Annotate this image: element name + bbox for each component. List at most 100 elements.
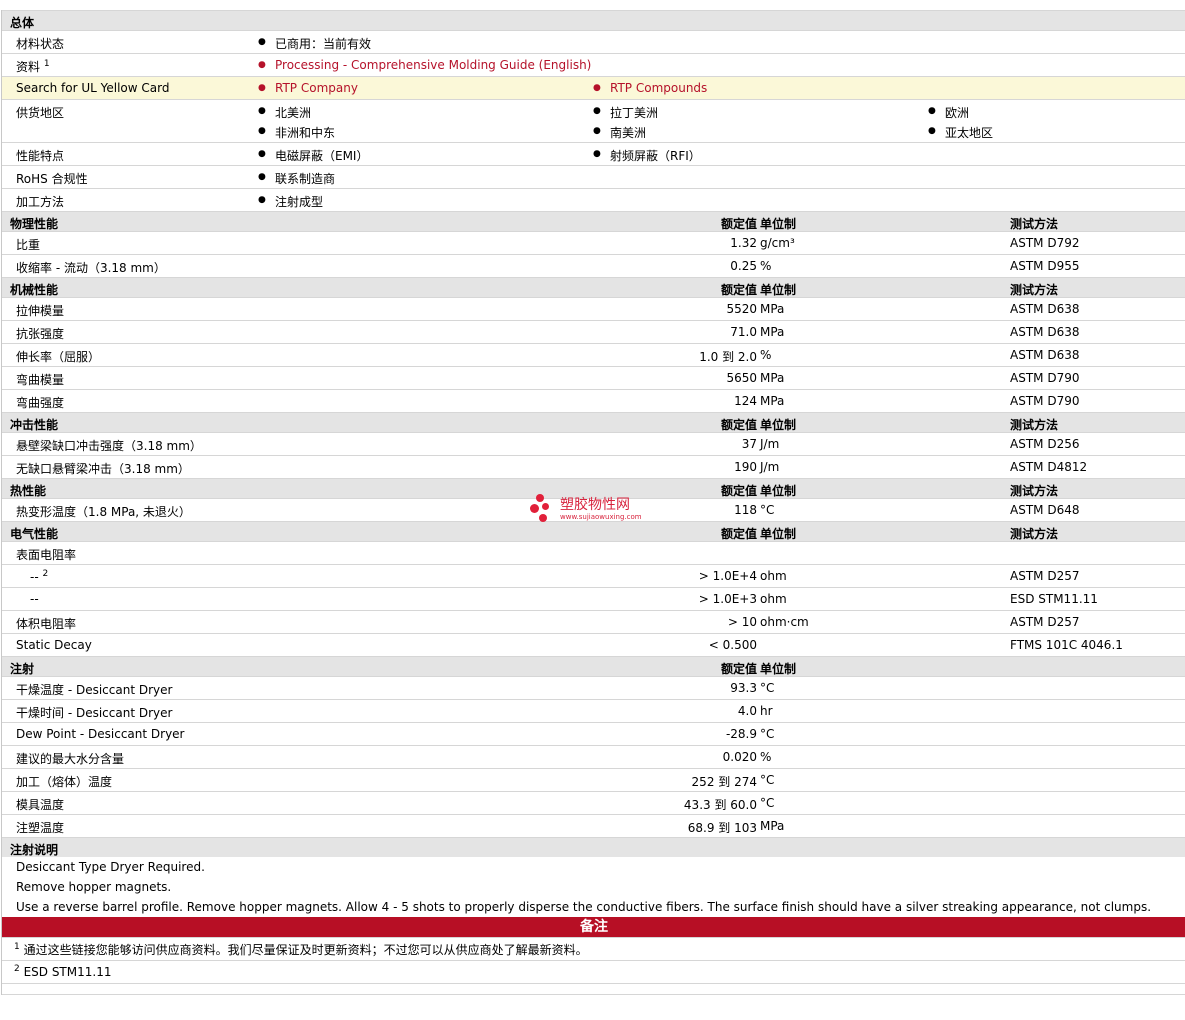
notes-banner: 备注: [2, 917, 1185, 937]
row-unit: %: [760, 750, 772, 764]
section-mechanical: 机械性能 额定值 单位制 测试方法: [2, 277, 1185, 297]
section-electrical: 电气性能 额定值 单位制 测试方法: [2, 521, 1185, 541]
row-unit: °C: [760, 773, 775, 787]
row-method: ASTM D792: [1010, 236, 1080, 250]
row-features: 性能特点 电磁屏蔽（EMI） 射频屏蔽（RFI）: [2, 142, 1185, 165]
col-header-method: 测试方法: [1010, 283, 1059, 297]
status-value: 已商用：当前有效: [258, 35, 371, 52]
watermark-logo: 塑胶物性网 www.sujiaowuxing.com: [530, 492, 670, 524]
table-row: 抗张强度 71.0 MPa ASTM D638: [2, 320, 1185, 343]
col-header-value: 额定值: [720, 217, 757, 231]
injection-note: Desiccant Type Dryer Required.: [16, 860, 205, 874]
row-label: 无缺口悬臂梁冲击（3.18 mm）: [16, 462, 190, 476]
row-surface-resistivity-sub: -- > 1.0E+3 ohm ESD STM11.11: [2, 587, 1185, 610]
row-method: ASTM D790: [1010, 371, 1080, 385]
row-method: ASTM D257: [1010, 569, 1080, 583]
col-header-unit: 单位制: [760, 662, 797, 676]
row-method: ASTM D955: [1010, 259, 1080, 273]
row-label: 弯曲模量: [16, 373, 65, 387]
region-item: 拉丁美洲: [593, 104, 658, 121]
section-title: 注射说明: [10, 843, 59, 857]
footnote-2: 2 ESD STM11.11: [2, 960, 1185, 983]
row-value: < 0.500: [708, 638, 757, 652]
row-label: 抗张强度: [16, 327, 65, 341]
row-label: 悬壁梁缺口冲击强度（3.18 mm）: [16, 439, 202, 453]
row-unit: J/m: [760, 437, 780, 451]
col-header-unit: 单位制: [760, 484, 797, 498]
footnote-1: 1 通过这些链接您能够访问供应商资料。我们尽量保证及时更新资料；不过您可以从供应…: [2, 937, 1185, 960]
rtp-company-link[interactable]: RTP Company: [258, 81, 358, 95]
rtp-compounds-link[interactable]: RTP Compounds: [593, 81, 707, 95]
col-header-unit: 单位制: [760, 283, 797, 297]
row-label: Search for UL Yellow Card: [16, 81, 170, 95]
row-value: 71.0: [730, 325, 757, 339]
col-header-value: 额定值: [720, 662, 757, 676]
row-unit: MPa: [760, 819, 785, 833]
row-ul-yellow-card: Search for UL Yellow Card RTP Company RT…: [2, 76, 1185, 99]
col-header-method: 测试方法: [1010, 217, 1059, 231]
row-unit: ohm: [760, 592, 787, 606]
row-label: 模具温度: [16, 798, 65, 812]
col-header-method: 测试方法: [1010, 418, 1059, 432]
row-unit: %: [760, 348, 772, 362]
row-label: 比重: [16, 238, 41, 252]
row-method: ASTM D638: [1010, 302, 1080, 316]
row-value: 252 到 274: [691, 775, 757, 789]
section-title: 机械性能: [10, 283, 59, 297]
table-row: Dew Point - Desiccant Dryer -28.9 °C: [2, 722, 1185, 745]
table-row: 收缩率 - 流动（3.18 mm） 0.25% ASTM D955: [2, 254, 1185, 277]
row-label: 伸长率（屈服）: [16, 350, 101, 364]
row-label: 体积电阻率: [16, 617, 77, 631]
col-header-method: 测试方法: [1010, 527, 1059, 541]
row-literature: 资料 1 Processing - Comprehensive Molding …: [2, 53, 1185, 76]
row-value: 1.32: [730, 236, 757, 250]
row-value: 4.0: [737, 704, 757, 718]
literature-link[interactable]: Processing - Comprehensive Molding Guide…: [258, 58, 591, 72]
col-header-unit: 单位制: [760, 217, 797, 231]
section-title: 物理性能: [10, 217, 59, 231]
table-row: 伸长率（屈服） 1.0 到 2.0% ASTM D638: [2, 343, 1185, 366]
row-value: > 10: [727, 615, 757, 629]
row-material-status: 材料状态 已商用：当前有效: [2, 30, 1185, 53]
row-method: ASTM D790: [1010, 394, 1080, 408]
table-row: 无缺口悬臂梁冲击（3.18 mm） 190 J/m ASTM D4812: [2, 455, 1185, 478]
table-row: 加工（熔体）温度 252 到 274 °C: [2, 768, 1185, 791]
row-unit: MPa: [760, 394, 785, 408]
row-label: 表面电阻率: [16, 548, 77, 562]
row-value: 0.020: [722, 750, 757, 764]
region-item: 南美洲: [593, 124, 646, 141]
section-title: 冲击性能: [10, 418, 59, 432]
rohs-value: 联系制造商: [258, 170, 335, 187]
row-method: ASTM D638: [1010, 348, 1080, 362]
row-value: 43.3 到 60.0: [683, 798, 757, 812]
region-item: 非洲和中东: [258, 124, 335, 141]
row-label: 收缩率 - 流动（3.18 mm）: [16, 261, 166, 275]
row-method: ASTM D638: [1010, 325, 1080, 339]
row-label: 资料 1: [16, 59, 50, 74]
section-physical: 物理性能 额定值 单位制 测试方法: [2, 211, 1185, 231]
row-unit: °C: [760, 727, 775, 741]
col-header-value: 额定值: [720, 283, 757, 297]
row-unit: MPa: [760, 371, 785, 385]
region-item: 欧洲: [928, 104, 969, 121]
section-title: 注射: [10, 662, 35, 676]
section-general: 总体: [2, 10, 1185, 30]
row-unit: °C: [760, 681, 775, 695]
table-row: 注塑温度 68.9 到 103 MPa: [2, 814, 1185, 837]
row-unit: ohm·cm: [760, 615, 809, 629]
row-value: 68.9 到 103: [687, 821, 757, 835]
section-title: 热性能: [10, 484, 47, 498]
row-method: ASTM D648: [1010, 503, 1080, 517]
row-label: Static Decay: [16, 638, 92, 652]
row-label: 干燥时间 - Desiccant Dryer: [16, 706, 173, 720]
row-value: > 1.0E+3: [698, 592, 757, 606]
section-injection: 注射 额定值 单位制: [2, 656, 1185, 676]
row-method: FTMS 101C 4046.1: [1010, 638, 1123, 652]
row-label: 弯曲强度: [16, 396, 65, 410]
row-label: 拉伸模量: [16, 304, 65, 318]
row-value: 93.3: [730, 681, 757, 695]
row-label: 供货地区: [16, 106, 65, 120]
row-value: 5520: [726, 302, 757, 316]
row-label: 材料状态: [16, 37, 65, 51]
injection-note: Use a reverse barrel profile. Remove hop…: [16, 900, 1152, 914]
